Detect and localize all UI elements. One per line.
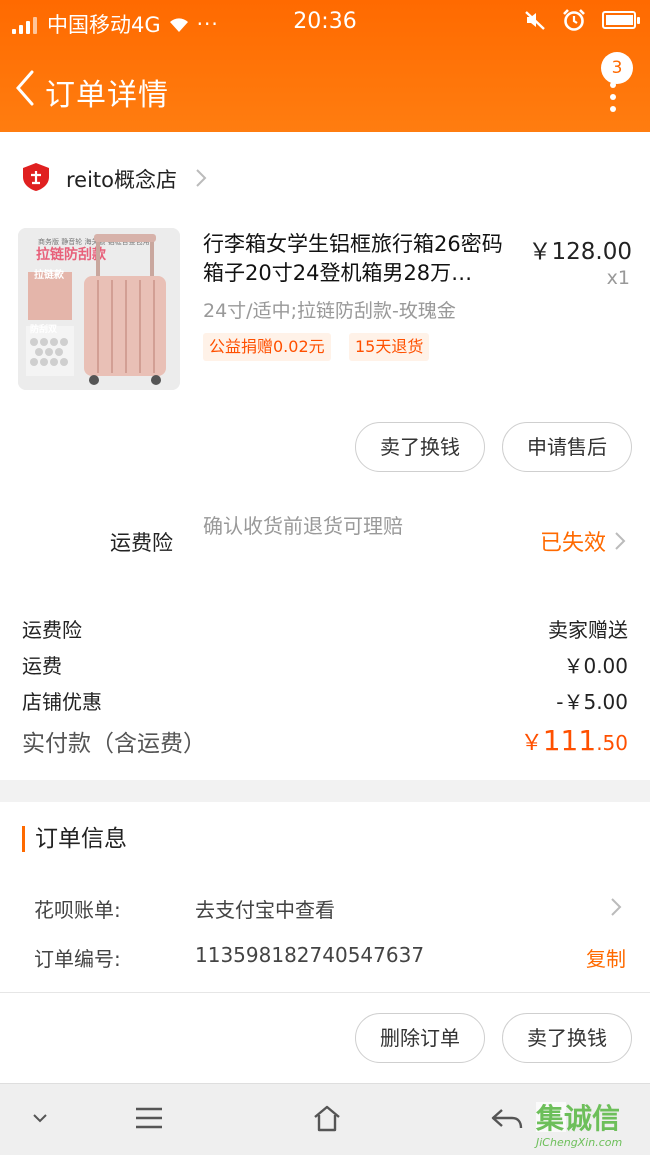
shop-logo-icon — [23, 163, 49, 191]
fee-row-discount: 店铺优惠 -￥5.00 — [22, 686, 628, 716]
back-icon[interactable] — [490, 1106, 524, 1132]
return-policy-tag: 15天退货 — [349, 333, 430, 361]
copy-order-number-button[interactable]: 复制 — [586, 943, 626, 972]
chevron-right-icon — [196, 169, 207, 187]
chevron-right-icon — [615, 532, 626, 550]
fee-value: -￥5.00 — [556, 690, 628, 714]
home-icon[interactable] — [312, 1104, 342, 1132]
fee-label: 运费险 — [22, 618, 82, 642]
order-info-title: 订单信息 — [22, 826, 127, 852]
mute-icon — [525, 11, 545, 30]
total-paid-label: 实付款（含运费） — [22, 731, 206, 757]
divider — [0, 992, 650, 993]
sell-for-cash-button[interactable]: 卖了换钱 — [355, 422, 485, 472]
sell-for-cash-bottom-button[interactable]: 卖了换钱 — [502, 1013, 632, 1063]
status-bar: 中国移动4G ··· 20:36 — [0, 0, 650, 46]
watermark-sub: JiChengXin.com — [534, 1136, 622, 1149]
nav-bar: 订单详情 3 — [0, 52, 650, 128]
thumb-label-scratch: 防刮双 — [30, 323, 57, 335]
fee-value: ￥0.00 — [563, 654, 628, 678]
huabei-link[interactable]: 去支付宝中查看 — [195, 894, 335, 923]
total-decimal: .50 — [596, 731, 628, 755]
menu-icon[interactable] — [134, 1106, 164, 1130]
luggage-image: 商务版 静音轮 海关锁 铝框合金包角 拉链防刮款 拉链款 防刮双 — [18, 228, 180, 390]
order-number-value: 113598182740547637 — [195, 943, 425, 967]
product-spec: 24寸/适中;拉链防刮款-玫瑰金 — [203, 300, 456, 322]
page-title: 订单详情 — [45, 78, 169, 113]
message-count-badge[interactable]: 3 — [601, 52, 633, 84]
product-title[interactable]: 行李箱女学生铝框旅行箱26密码箱子20寸24登机箱男28万… — [203, 230, 523, 288]
shipping-insurance-status[interactable]: 已失效 — [540, 525, 606, 557]
shop-row[interactable]: reito概念店 — [0, 150, 650, 206]
chevron-down-icon[interactable] — [32, 1112, 48, 1124]
watermark-text: 集诚信 — [535, 1102, 620, 1135]
fee-row-insurance: 运费险 卖家赠送 — [22, 614, 628, 644]
shipping-insurance-desc: 确认收货前退货可理赔 — [203, 514, 403, 538]
delete-order-button[interactable]: 删除订单 — [355, 1013, 485, 1063]
total-currency: ￥ — [520, 731, 543, 756]
app-header: 中国移动4G ··· 20:36 订单详情 3 — [0, 0, 650, 132]
total-paid-row: 实付款（含运费） ￥111.50 — [22, 724, 628, 764]
after-sale-button[interactable]: 申请售后 — [502, 422, 632, 472]
huabei-label: 花呗账单: — [34, 898, 121, 922]
fee-label: 店铺优惠 — [22, 690, 102, 714]
more-menu-icon[interactable] — [606, 82, 620, 132]
shipping-insurance-label: 运费险 — [110, 531, 173, 555]
thumb-label-zipper: 拉链款 — [34, 268, 65, 281]
charity-tag: 公益捐赠0.02元 — [203, 333, 331, 361]
battery-icon — [602, 11, 640, 29]
alarm-icon — [563, 9, 585, 31]
fee-label: 运费 — [22, 654, 62, 678]
shop-name[interactable]: reito概念店 — [66, 164, 177, 194]
product-quantity: x1 — [606, 267, 630, 289]
watermark-logo: 集诚信 JiChengXin.com — [534, 1102, 622, 1149]
order-number-label: 订单编号: — [34, 947, 121, 971]
total-paid-amount: ￥111.50 — [521, 724, 628, 757]
back-arrow-icon[interactable] — [12, 68, 42, 108]
chevron-right-icon — [611, 898, 622, 916]
total-integer: 111 — [542, 724, 597, 757]
product-price: ￥128.00 — [528, 239, 632, 265]
fee-row-shipping: 运费 ￥0.00 — [22, 650, 628, 680]
product-thumbnail[interactable]: 商务版 静音轮 海关锁 铝框合金包角 拉链防刮款 拉链款 防刮双 — [18, 228, 180, 390]
fee-value: 卖家赠送 — [548, 618, 628, 642]
